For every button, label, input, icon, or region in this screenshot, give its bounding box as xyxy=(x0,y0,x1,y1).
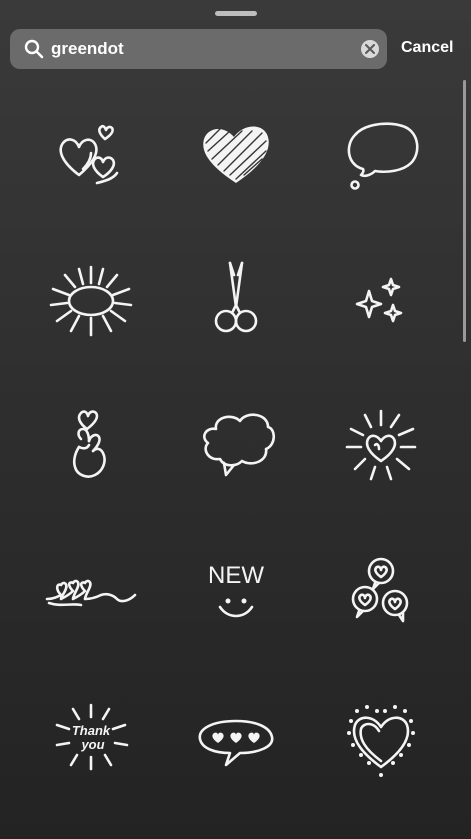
thought-bubble-icon xyxy=(347,122,418,190)
new-text: NEW xyxy=(208,562,264,589)
sticker-scribbled-heart[interactable] xyxy=(163,80,308,226)
search-icon xyxy=(24,39,44,59)
thank-you-burst-icon: Thank you xyxy=(55,703,128,771)
cloud-speech-bubble-icon xyxy=(202,413,275,477)
search-input[interactable] xyxy=(51,37,351,61)
sparkles-icon xyxy=(355,277,402,323)
clear-search-button[interactable] xyxy=(361,40,379,58)
sticker-burst-oval[interactable] xyxy=(18,226,163,372)
sticker-sparkles[interactable] xyxy=(308,226,453,372)
sticker-dotted-heart[interactable] xyxy=(308,664,453,810)
dotted-heart-icon xyxy=(346,705,415,777)
heart-loops-icon xyxy=(45,579,136,607)
sticker-hearts-speech-bubble[interactable] xyxy=(163,664,308,810)
new-smiley-icon: NEW xyxy=(208,562,264,618)
sticker-hearts-doodle[interactable] xyxy=(18,80,163,226)
scrollbar[interactable] xyxy=(463,80,466,342)
sticker-heart-loops[interactable] xyxy=(18,518,163,664)
you-text: you xyxy=(80,737,104,752)
hearts-speech-bubble-icon xyxy=(198,719,273,767)
sticker-thank-you-burst[interactable]: Thank you xyxy=(18,664,163,810)
sheet-grabber[interactable] xyxy=(215,11,257,16)
sticker-thought-bubble[interactable] xyxy=(308,80,453,226)
hearts-doodle-icon xyxy=(58,124,118,185)
search-bar[interactable] xyxy=(10,29,387,69)
sticker-shining-heart[interactable] xyxy=(308,372,453,518)
scissors-icon xyxy=(214,261,257,333)
sticker-heart-bubbles[interactable] xyxy=(308,518,453,664)
sticker-grid: NEW Thank you xyxy=(18,80,454,810)
burst-oval-icon xyxy=(49,265,132,337)
heart-bubbles-icon xyxy=(351,557,408,623)
finger-heart-hand-icon xyxy=(72,410,106,478)
close-icon xyxy=(365,44,375,54)
sticker-new-smiley[interactable]: NEW xyxy=(163,518,308,664)
thank-text: Thank xyxy=(71,723,110,738)
scribbled-heart-icon xyxy=(202,126,269,183)
sticker-scissors[interactable] xyxy=(163,226,308,372)
cancel-button[interactable]: Cancel xyxy=(401,39,453,57)
sticker-finger-heart-hand[interactable] xyxy=(18,372,163,518)
shining-heart-icon xyxy=(345,409,416,481)
sticker-cloud-speech-bubble[interactable] xyxy=(163,372,308,518)
